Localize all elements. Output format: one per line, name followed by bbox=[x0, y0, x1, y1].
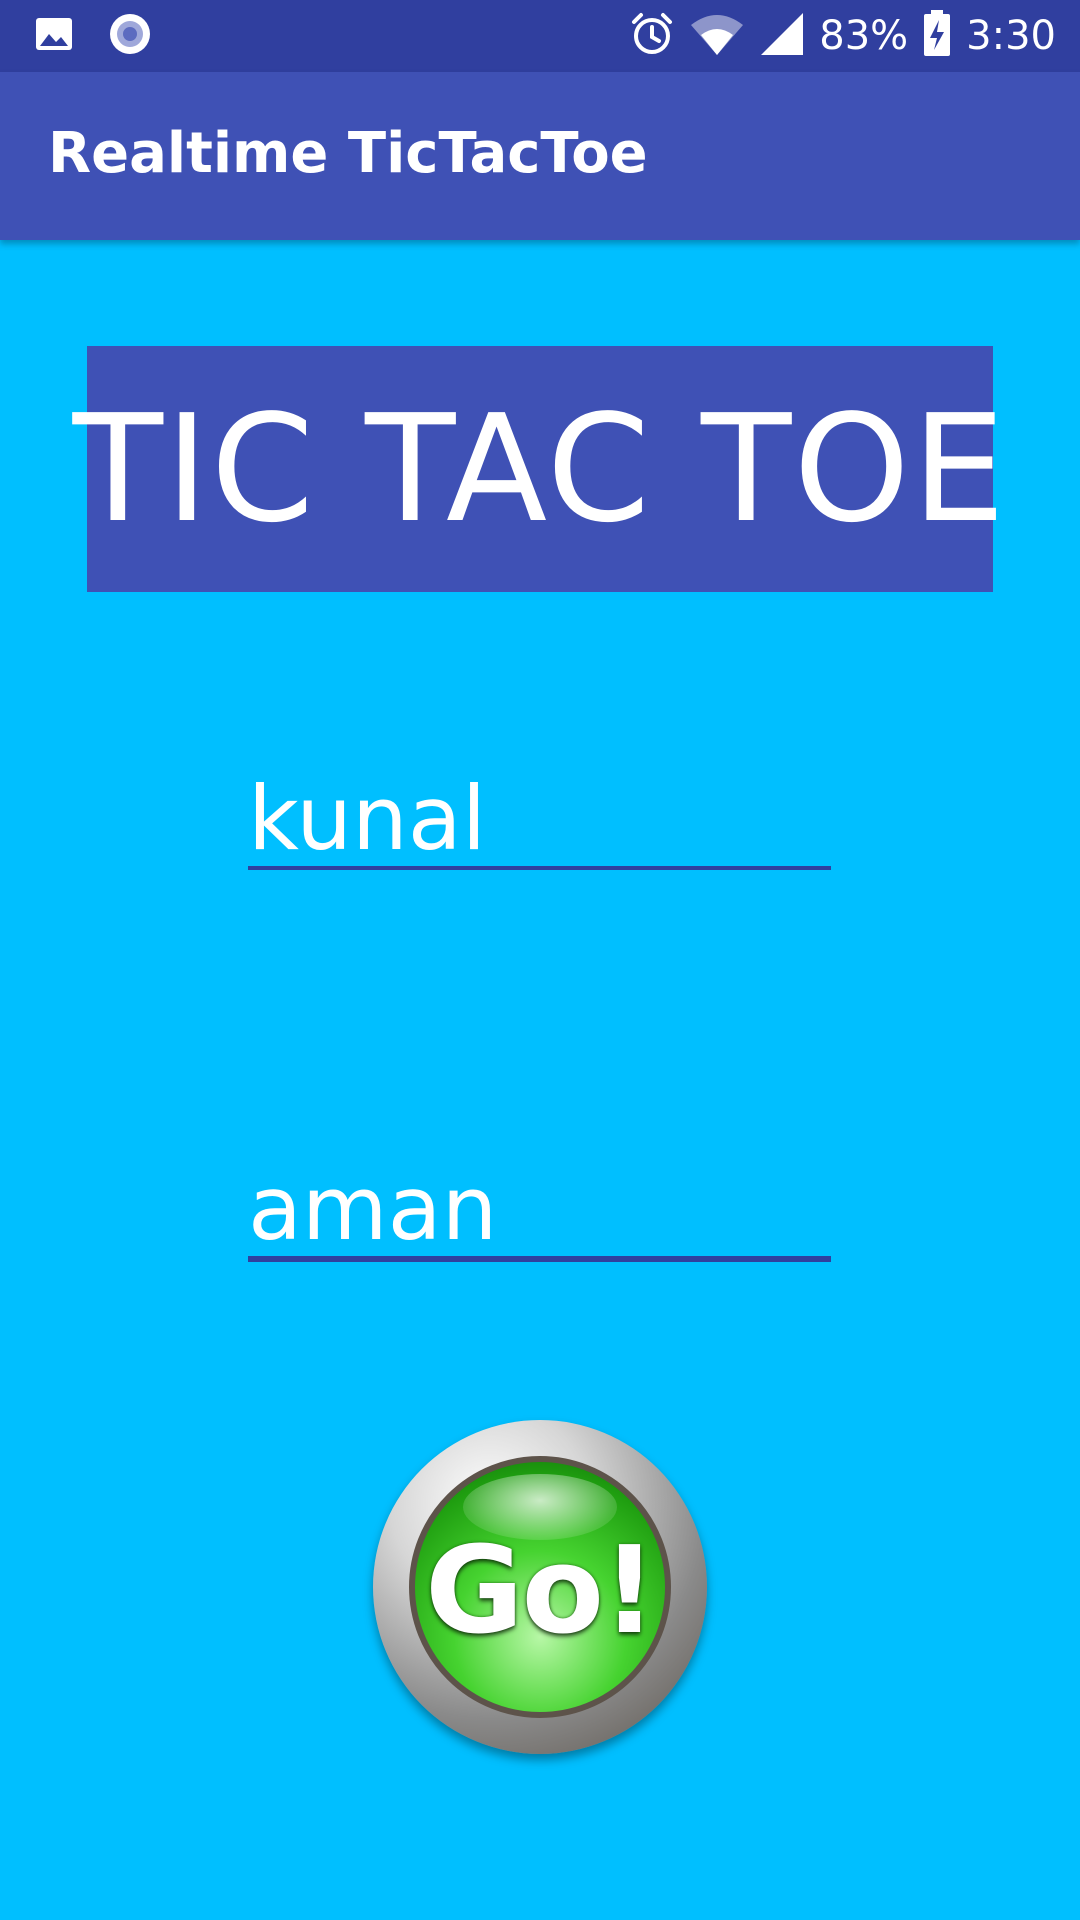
title-banner: TIC TAC TOE bbox=[73, 346, 1005, 592]
wifi-icon bbox=[689, 11, 745, 61]
status-notifications bbox=[34, 12, 152, 60]
go-button-face: Go! bbox=[409, 1456, 671, 1718]
battery-percent: 83% bbox=[819, 13, 909, 59]
clock: 3:30 bbox=[966, 13, 1056, 59]
app-title: Realtime TicTacToe bbox=[48, 121, 648, 186]
battery-charging-icon bbox=[922, 10, 952, 62]
signal-icon bbox=[759, 11, 805, 61]
banner-text: TIC TAC TOE bbox=[72, 383, 1008, 555]
image-icon bbox=[34, 14, 74, 58]
record-icon bbox=[108, 12, 152, 60]
alarm-icon bbox=[629, 11, 675, 61]
player-one-name-field[interactable] bbox=[248, 770, 831, 870]
status-bar: 83% 3:30 bbox=[0, 0, 1080, 72]
player-two-name-field[interactable] bbox=[248, 1160, 831, 1262]
go-button[interactable]: Go! bbox=[373, 1420, 707, 1754]
app-bar: Realtime TicTacToe bbox=[0, 72, 1080, 240]
go-button-label: Go! bbox=[425, 1522, 657, 1661]
status-system: 83% 3:30 bbox=[629, 8, 1056, 64]
